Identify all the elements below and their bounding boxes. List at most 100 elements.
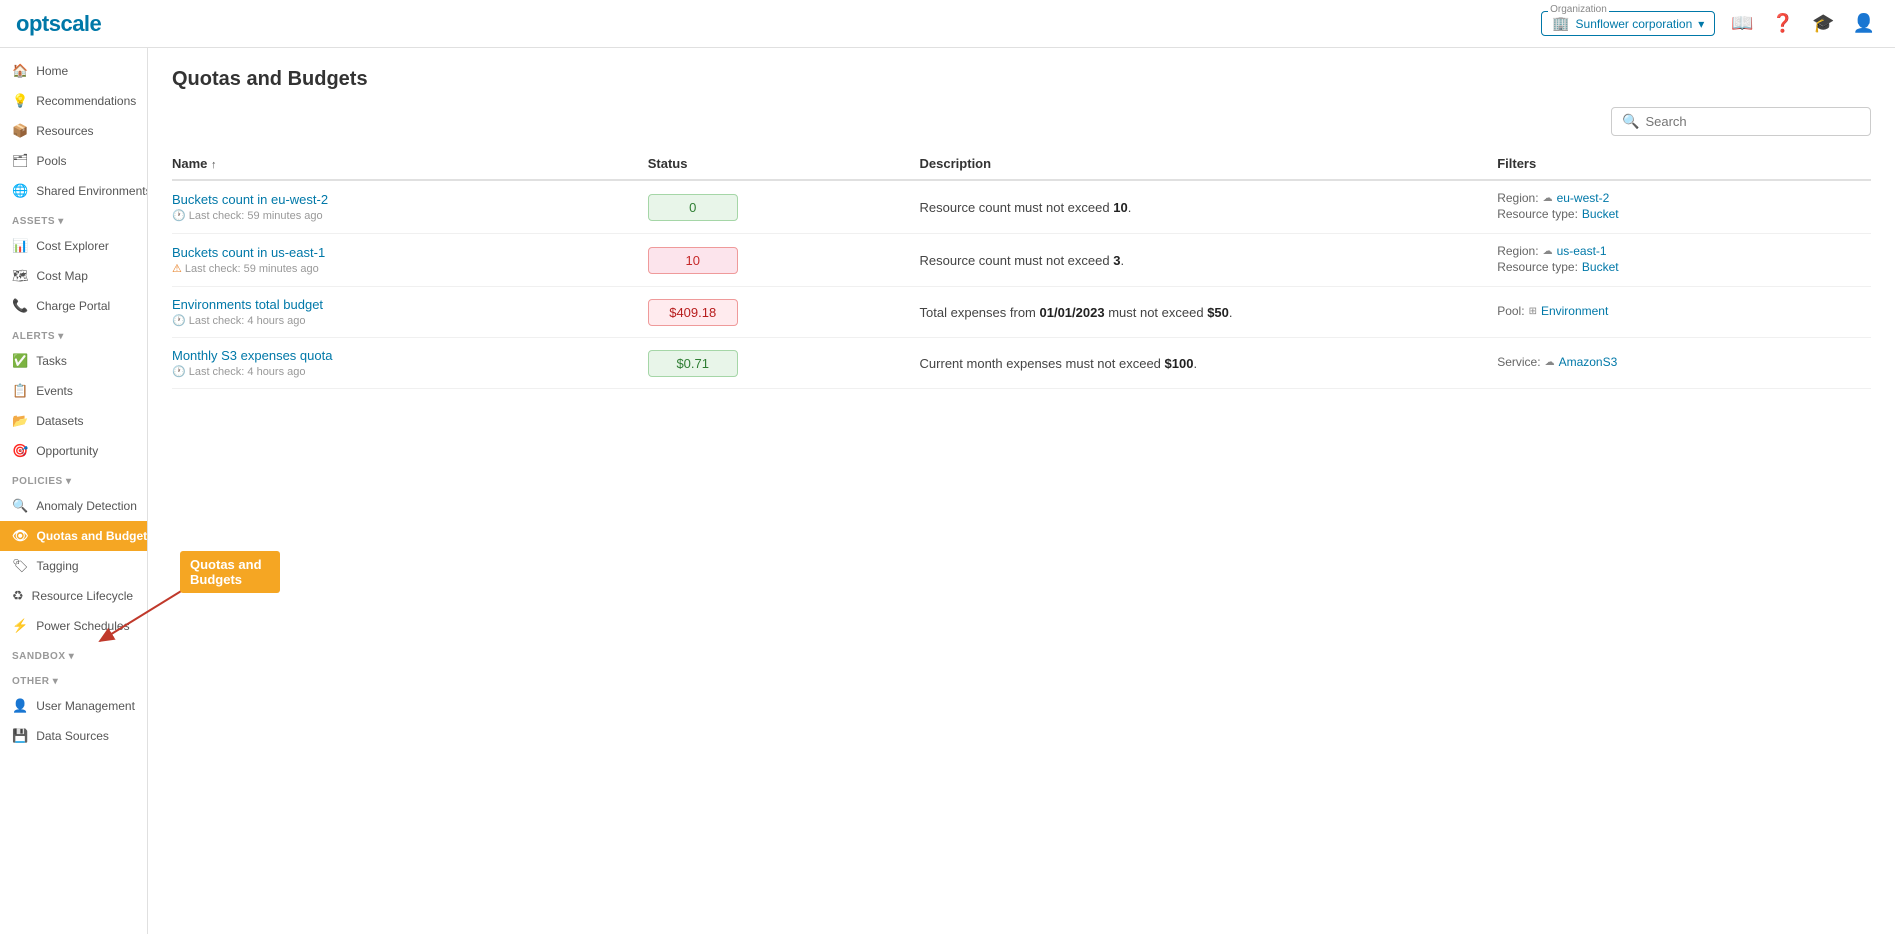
sidebar-item-tagging-label: Tagging bbox=[37, 559, 79, 573]
org-icon: 🏢 bbox=[1552, 15, 1569, 32]
pools-icon: 🗂 bbox=[12, 153, 29, 169]
sidebar-item-cost-explorer-label: Cost Explorer bbox=[36, 239, 109, 253]
cost-map-icon: 🗺 bbox=[12, 268, 29, 284]
tasks-icon: ✅ bbox=[12, 353, 28, 369]
sidebar-item-recommendations[interactable]: 💡 Recommendations bbox=[0, 86, 147, 116]
resource-lifecycle-icon: ♻ bbox=[12, 588, 24, 604]
user-management-icon: 👤 bbox=[12, 698, 28, 714]
main-content: Quotas and Budgets 🔍 Name ↑ Status Descr… bbox=[148, 48, 1895, 934]
sidebar-item-power-schedules[interactable]: ⚡ Power Schedules bbox=[0, 611, 147, 641]
sidebar-item-tasks-label: Tasks bbox=[36, 354, 67, 368]
row1-filters: Region: ☁ eu-west-2 Resource type: Bucke… bbox=[1497, 180, 1871, 234]
sidebar-item-charge-portal-label: Charge Portal bbox=[36, 299, 110, 313]
logo: optscale bbox=[16, 11, 101, 37]
sidebar-item-quotas-budgets-label: Quotas and Budgets bbox=[37, 529, 147, 543]
table-row: Environments total budget 🕐 Last check: … bbox=[172, 287, 1871, 338]
row3-name-cell: Environments total budget 🕐 Last check: … bbox=[172, 287, 648, 338]
row1-name[interactable]: Buckets count in eu-west-2 bbox=[172, 192, 636, 207]
row4-name[interactable]: Monthly S3 expenses quota bbox=[172, 348, 636, 363]
sidebar-item-home-label: Home bbox=[36, 64, 68, 78]
user-icon-button[interactable]: 👤 bbox=[1849, 9, 1879, 38]
table-row: Buckets count in eu-west-2 🕐 Last check:… bbox=[172, 180, 1871, 234]
sidebar-item-events[interactable]: 📋 Events bbox=[0, 376, 147, 406]
sidebar-item-cost-explorer[interactable]: 📊 Cost Explorer bbox=[0, 231, 147, 261]
sidebar-item-tasks[interactable]: ✅ Tasks bbox=[0, 346, 147, 376]
col-header-filters: Filters bbox=[1497, 148, 1871, 180]
row1-status-badge: 0 bbox=[648, 194, 738, 221]
sidebar-item-shared-environments[interactable]: 🌐 Shared Environments bbox=[0, 176, 147, 206]
other-section-label: OTHER ▾ bbox=[12, 676, 58, 687]
sidebar-section-sandbox[interactable]: SANDBOX ▾ bbox=[0, 641, 147, 666]
sidebar-item-recommendations-label: Recommendations bbox=[36, 94, 136, 108]
charge-portal-icon: 📞 bbox=[12, 298, 28, 314]
org-label: Organization bbox=[1548, 4, 1609, 15]
sidebar-item-data-sources[interactable]: 💾 Data Sources bbox=[0, 721, 147, 751]
recommendations-icon: 💡 bbox=[12, 93, 28, 109]
row3-name[interactable]: Environments total budget bbox=[172, 297, 636, 312]
sidebar-item-opportunity-label: Opportunity bbox=[36, 444, 98, 458]
col-header-name: Name ↑ bbox=[172, 148, 648, 180]
help-icon-button[interactable]: ❓ bbox=[1768, 9, 1798, 38]
row2-name-cell: Buckets count in us-east-1 ⚠ Last check:… bbox=[172, 234, 648, 287]
sidebar-item-opportunity[interactable]: 🎯 Opportunity bbox=[0, 436, 147, 466]
sidebar-item-datasets[interactable]: 📂 Datasets bbox=[0, 406, 147, 436]
sidebar-item-resources[interactable]: 📦 Resources bbox=[0, 116, 147, 146]
org-name: Sunflower corporation bbox=[1576, 17, 1693, 31]
sidebar-section-alerts[interactable]: ALERTS ▾ bbox=[0, 321, 147, 346]
events-icon: 📋 bbox=[12, 383, 28, 399]
clock-icon: 🕐 bbox=[172, 314, 186, 327]
sidebar-section-policies[interactable]: POLICIES ▾ bbox=[0, 466, 147, 491]
sidebar-item-user-management-label: User Management bbox=[36, 699, 135, 713]
row1-filter-type: Resource type: Bucket bbox=[1497, 207, 1859, 221]
row4-filter-service: Service: ☁ AmazonS3 bbox=[1497, 355, 1859, 369]
row4-status-badge: $0.71 bbox=[648, 350, 738, 377]
sidebar-item-pools[interactable]: 🗂 Pools bbox=[0, 146, 147, 176]
book-icon-button[interactable]: 📖 bbox=[1727, 9, 1757, 38]
row3-status-cell: $409.18 bbox=[648, 287, 920, 338]
learn-icon-button[interactable]: 🎓 bbox=[1808, 9, 1838, 38]
sidebar-item-tagging[interactable]: 🏷 Tagging bbox=[0, 551, 147, 581]
sidebar-section-other[interactable]: OTHER ▾ bbox=[0, 666, 147, 691]
data-sources-icon: 💾 bbox=[12, 728, 28, 744]
sidebar-item-charge-portal[interactable]: 📞 Charge Portal bbox=[0, 291, 147, 321]
sidebar-item-quotas-budgets[interactable]: 👁 Quotas and Budgets bbox=[0, 521, 147, 551]
quota-table: Name ↑ Status Description Filters Bucket… bbox=[172, 148, 1871, 389]
sidebar-item-resource-lifecycle[interactable]: ♻ Resource Lifecycle bbox=[0, 581, 147, 611]
row2-name[interactable]: Buckets count in us-east-1 bbox=[172, 245, 636, 260]
resources-icon: 📦 bbox=[12, 123, 28, 139]
aws-icon: ☁ bbox=[1545, 357, 1555, 368]
home-icon: 🏠 bbox=[12, 63, 28, 79]
tagging-icon: 🏷 bbox=[12, 558, 29, 574]
sidebar-item-power-schedules-label: Power Schedules bbox=[36, 619, 129, 633]
sidebar-item-resources-label: Resources bbox=[36, 124, 93, 138]
aws-icon: ☁ bbox=[1543, 193, 1553, 204]
sidebar-item-home[interactable]: 🏠 Home bbox=[0, 56, 147, 86]
sidebar-section-assets[interactable]: ASSETS ▾ bbox=[0, 206, 147, 231]
policies-section-label: POLICIES ▾ bbox=[12, 476, 71, 487]
col-header-status: Status bbox=[648, 148, 920, 180]
row4-filters: Service: ☁ AmazonS3 bbox=[1497, 338, 1871, 389]
col-header-description: Description bbox=[920, 148, 1498, 180]
page-title: Quotas and Budgets bbox=[172, 68, 1871, 91]
search-input[interactable] bbox=[1645, 114, 1860, 129]
row2-check: ⚠ Last check: 59 minutes ago bbox=[172, 262, 636, 275]
row3-description: Total expenses from 01/01/2023 must not … bbox=[920, 287, 1498, 338]
row1-check: 🕐 Last check: 59 minutes ago bbox=[172, 209, 636, 222]
datasets-icon: 📂 bbox=[12, 413, 28, 429]
sidebar-item-user-management[interactable]: 👤 User Management bbox=[0, 691, 147, 721]
row1-status-cell: 0 bbox=[648, 180, 920, 234]
pool-icon: ⊞ bbox=[1529, 306, 1537, 317]
alerts-section-label: ALERTS ▾ bbox=[12, 331, 64, 342]
sidebar-item-datasets-label: Datasets bbox=[36, 414, 83, 428]
sandbox-section-label: SANDBOX ▾ bbox=[12, 651, 74, 662]
row2-status-badge: 10 bbox=[648, 247, 738, 274]
org-selector[interactable]: Organization 🏢 Sunflower corporation ▾ bbox=[1541, 11, 1715, 36]
sidebar-item-cost-map[interactable]: 🗺 Cost Map bbox=[0, 261, 147, 291]
sidebar-item-events-label: Events bbox=[36, 384, 73, 398]
sidebar-item-shared-environments-label: Shared Environments bbox=[36, 184, 147, 198]
row2-filter-region: Region: ☁ us-east-1 bbox=[1497, 244, 1859, 258]
sidebar-item-anomaly-detection[interactable]: 🔍 Anomaly Detection bbox=[0, 491, 147, 521]
opportunity-icon: 🎯 bbox=[12, 443, 28, 459]
sort-icon[interactable]: ↑ bbox=[211, 159, 217, 171]
clock-icon: 🕐 bbox=[172, 209, 186, 222]
